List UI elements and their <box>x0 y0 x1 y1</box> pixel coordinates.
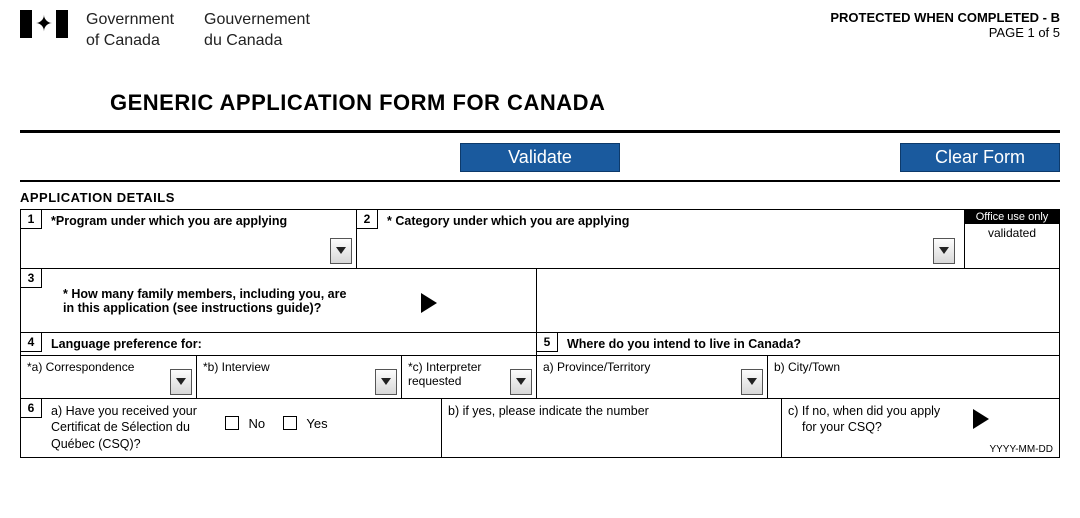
application-details-grid: 1 *Program under which you are applying … <box>20 209 1060 458</box>
q3-number: 3 <box>20 268 42 288</box>
validate-button[interactable]: Validate <box>460 143 620 172</box>
row-q4-q5: 4 Language preference for: *a) Correspon… <box>21 333 1059 399</box>
gov-en: Government of Canada <box>86 10 174 52</box>
q6a-cell: 6 a) Have you received your Certificat d… <box>21 399 441 457</box>
q4-number: 4 <box>20 332 42 352</box>
q6c-line1: c) If no, when did you apply <box>788 403 1053 420</box>
q6-no-label: No <box>249 416 266 431</box>
q6c-date-hint: YYYY-MM-DD <box>989 444 1053 455</box>
q6b-cell: b) if yes, please indicate the number <box>441 399 781 457</box>
q4b-label: *b) Interview <box>203 360 270 374</box>
q4-label: Language preference for: <box>27 337 530 351</box>
row-q3: 3 * How many family members, including y… <box>21 269 1059 333</box>
q6a-line1: a) Have you received your <box>51 403 197 420</box>
protected-label: PROTECTED WHEN COMPLETED - B <box>830 10 1060 25</box>
q5-number: 5 <box>536 332 558 352</box>
gov-fr: Gouvernement du Canada <box>204 10 310 52</box>
office-use-header: Office use only <box>965 210 1059 224</box>
q6a-line2: Certificat de Sélection du <box>51 419 197 436</box>
q1-dropdown[interactable] <box>330 238 352 264</box>
row-q6: 6 a) Have you received your Certificat d… <box>21 399 1059 457</box>
clear-form-button[interactable]: Clear Form <box>900 143 1060 172</box>
q5a-label: a) Province/Territory <box>543 360 650 374</box>
office-use-box: Office use only validated <box>964 209 1060 269</box>
q5-cell: 5 Where do you intend to live in Canada?… <box>536 333 1059 398</box>
q6c-expand-arrow-icon[interactable] <box>973 409 989 429</box>
q4c-dropdown[interactable] <box>510 369 532 395</box>
action-buttons: Validate Clear Form <box>20 139 1060 178</box>
q3-cell: 3 * How many family members, including y… <box>21 269 536 332</box>
q6-yes-label: Yes <box>306 416 327 431</box>
q6-number: 6 <box>20 398 42 418</box>
q6a-line3: Québec (CSQ)? <box>51 436 197 453</box>
q1-cell: 1 *Program under which you are applying <box>21 210 356 268</box>
q3-label-line2: in this application (see instructions gu… <box>63 301 530 315</box>
q6-no-checkbox[interactable] <box>225 416 239 430</box>
rule-buttons <box>20 180 1060 182</box>
q3-label-line1: * How many family members, including you… <box>63 287 530 301</box>
q4c-cell: *c) Interpreter requested <box>401 356 536 398</box>
q4b-dropdown[interactable] <box>375 369 397 395</box>
q2-cell: 2 * Category under which you are applyin… <box>356 210 1059 268</box>
q4a-label: *a) Correspondence <box>27 360 134 374</box>
q3-right-cell <box>536 269 1059 332</box>
form-title: GENERIC APPLICATION FORM FOR CANADA <box>110 90 1060 116</box>
maple-leaf-icon: ✦ <box>35 13 53 35</box>
q4b-cell: *b) Interview <box>196 356 401 398</box>
page-number: PAGE 1 of 5 <box>830 25 1060 40</box>
q4a-dropdown[interactable] <box>170 369 192 395</box>
q6b-label: b) if yes, please indicate the number <box>448 404 649 418</box>
q1-label: *Program under which you are applying <box>27 214 350 228</box>
rule-top <box>20 130 1060 133</box>
q5b-label: b) City/Town <box>774 360 840 374</box>
q5a-cell: a) Province/Territory <box>537 356 767 398</box>
q5a-dropdown[interactable] <box>741 369 763 395</box>
section-application-details: APPLICATION DETAILS <box>20 190 1060 205</box>
q2-dropdown[interactable] <box>933 238 955 264</box>
q5b-cell: b) City/Town <box>767 356 1059 398</box>
q1-number: 1 <box>20 209 42 229</box>
row-q1-q2: 1 *Program under which you are applying … <box>21 210 1059 269</box>
protected-block: PROTECTED WHEN COMPLETED - B PAGE 1 of 5 <box>830 10 1060 40</box>
q6c-cell: c) If no, when did you apply for your CS… <box>781 399 1059 457</box>
q5-label: Where do you intend to live in Canada? <box>543 337 1053 351</box>
q2-label: * Category under which you are applying <box>363 214 1053 228</box>
q4a-cell: *a) Correspondence <box>21 356 196 398</box>
government-wordmark: ✦ Government of Canada Gouvernement du C… <box>20 10 310 52</box>
office-use-validated: validated <box>965 224 1059 268</box>
canada-flag-icon: ✦ <box>20 10 68 38</box>
q3-expand-arrow-icon[interactable] <box>421 293 437 313</box>
q4-cell: 4 Language preference for: *a) Correspon… <box>21 333 536 398</box>
page-header: ✦ Government of Canada Gouvernement du C… <box>20 10 1060 52</box>
q2-number: 2 <box>356 209 378 229</box>
q6-yes-checkbox[interactable] <box>283 416 297 430</box>
q6c-line2: for your CSQ? <box>788 419 1053 436</box>
q4c-label: *c) Interpreter requested <box>408 360 481 388</box>
